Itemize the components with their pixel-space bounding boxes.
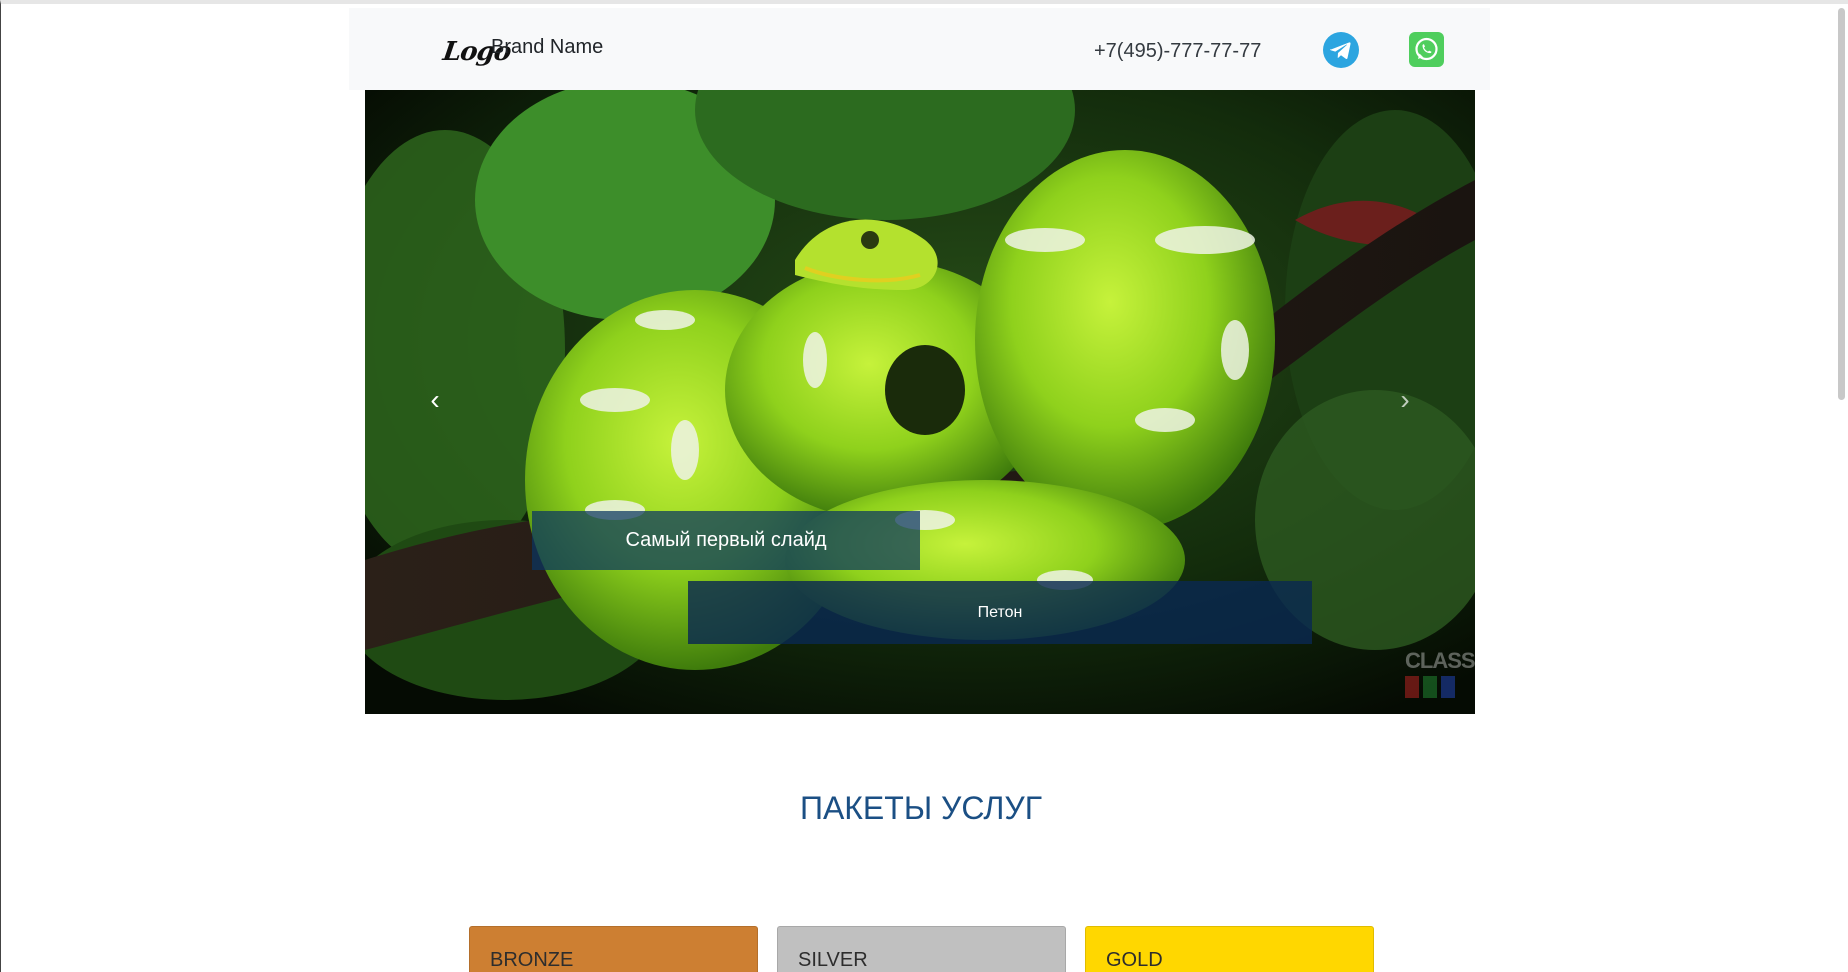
slide-subtitle: Петон	[688, 581, 1312, 644]
package-card-bronze[interactable]: BRONZE	[469, 926, 758, 972]
telegram-icon[interactable]	[1323, 32, 1359, 68]
watermark-logo	[1405, 676, 1455, 698]
package-label: GOLD	[1106, 949, 1163, 971]
carousel-prev-icon[interactable]: ‹	[415, 380, 455, 420]
carousel-next-icon[interactable]: ›	[1385, 380, 1425, 420]
package-label: SILVER	[798, 949, 868, 971]
package-card-silver[interactable]: SILVER	[777, 926, 1066, 972]
brand-name[interactable]: Brand Name	[491, 36, 603, 59]
scrollbar-thumb[interactable]	[1838, 8, 1845, 400]
package-label: BRONZE	[490, 949, 574, 971]
package-card-gold[interactable]: GOLD	[1085, 926, 1374, 972]
section-title: ПАКЕТЫ УСЛУГ	[799, 790, 1043, 826]
page-viewport: Logo Brand Name +7(495)-777-77-77 ‹ › Са…	[0, 0, 1848, 972]
logo[interactable]: Logo	[440, 30, 512, 76]
slide-title: Самый первый слайд	[532, 511, 920, 570]
watermark: CLASS	[1405, 648, 1475, 673]
site-header: Logo Brand Name +7(495)-777-77-77	[349, 8, 1490, 90]
page-scrollbar[interactable]	[1834, 4, 1848, 972]
phone-number[interactable]: +7(495)-777-77-77	[1094, 40, 1261, 63]
image-carousel[interactable]: ‹ › Самый первый слайд Петон CLASS	[365, 90, 1475, 714]
whatsapp-icon[interactable]	[1409, 32, 1444, 67]
